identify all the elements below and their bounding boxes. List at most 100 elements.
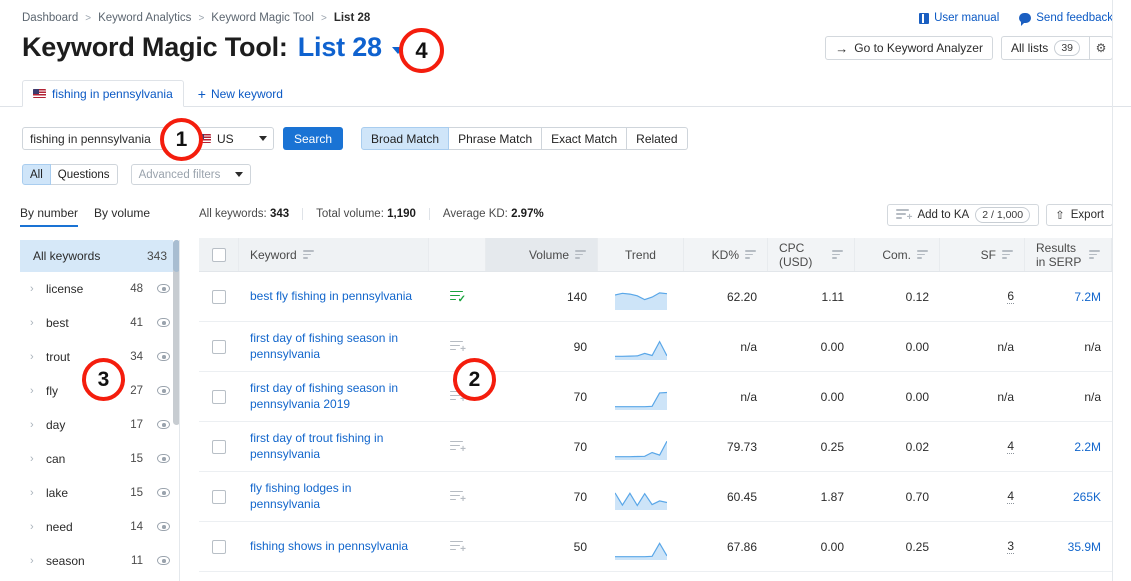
row-checkbox[interactable] [212,389,226,404]
row-checkbox-cell[interactable] [199,272,239,321]
chevron-right-icon[interactable]: › [30,453,38,465]
chevron-right-icon[interactable]: › [30,555,38,567]
add-to-list-icon[interactable]: + [450,540,466,554]
chevron-right-icon[interactable]: › [30,283,38,295]
row-checkbox-cell[interactable] [199,422,239,471]
added-to-list-icon[interactable]: ✓ [450,290,466,304]
table-row[interactable]: first day of fishing season in pennsylva… [199,372,1112,422]
table-row[interactable]: fishing shows in pennsylvania +50 67.86 0.0… [199,522,1112,572]
column-header-keyword[interactable]: Keyword [239,238,429,271]
cell-keyword[interactable]: first day of trout fishing in pennsylvan… [250,431,418,463]
column-header-serp[interactable]: Results in SERP [1025,238,1112,271]
search-input[interactable] [22,127,182,150]
row-checkbox[interactable] [212,339,226,354]
match-type-broad[interactable]: Broad Match [361,127,450,150]
user-manual-link[interactable]: User manual [919,12,999,24]
add-to-list-icon[interactable]: + [450,490,466,504]
column-header-cpc[interactable]: CPC (USD) [768,238,855,271]
row-checkbox[interactable] [212,439,226,454]
eye-icon[interactable] [157,318,170,327]
sidebar-item[interactable]: › season 11 [20,544,180,578]
cell-sf[interactable]: 3 [1007,539,1014,554]
cell-keyword[interactable]: best fly fishing in pennsylvania [250,289,412,305]
cell-keyword[interactable]: fly fishing lodges in pennsylvania [250,481,418,513]
filter-all[interactable]: All [22,164,51,185]
export-button[interactable]: ⇧ Export [1046,204,1113,226]
column-header-kd[interactable]: KD% [684,238,768,271]
eye-icon[interactable] [157,386,170,395]
sidebar-item-all-keywords[interactable]: All keywords 343 [20,240,180,272]
database-select[interactable]: US [191,127,274,150]
sort-tab-by-volume[interactable]: By volume [94,206,150,227]
chevron-right-icon[interactable]: › [30,419,38,431]
new-keyword-button[interactable]: + New keyword [198,87,283,106]
sidebar-item[interactable]: › need 14 [20,510,180,544]
match-type-exact[interactable]: Exact Match [542,127,628,150]
sort-icon[interactable] [1089,249,1100,260]
row-checkbox-cell[interactable] [199,322,239,371]
add-to-list-icon[interactable]: + [450,340,466,354]
tab-fishing-in-pennsylvania[interactable]: fishing in pennsylvania [22,80,184,107]
sort-icon[interactable] [575,249,586,260]
sort-icon[interactable] [745,249,756,260]
sort-icon[interactable] [917,249,928,260]
cell-keyword[interactable]: first day of fishing season in pennsylva… [250,381,418,413]
table-row[interactable]: first day of trout fishing in pennsylvan… [199,422,1112,472]
cell-serp[interactable]: 265K [1073,490,1101,504]
chevron-right-icon[interactable]: › [30,385,38,397]
chevron-right-icon[interactable]: › [30,351,38,363]
breadcrumb-item-dashboard[interactable]: Dashboard [22,12,78,24]
column-header-sf[interactable]: SF [940,238,1025,271]
breadcrumb-item-keyword-magic-tool[interactable]: Keyword Magic Tool [211,12,314,24]
row-checkbox-cell[interactable] [199,472,239,521]
sort-tab-by-number[interactable]: By number [20,206,79,227]
all-lists-button[interactable]: All lists 39 [1000,36,1089,60]
row-checkbox[interactable] [212,539,226,554]
eye-icon[interactable] [157,284,170,293]
table-row[interactable]: fly fishing lodges in pennsylvania +70 60.… [199,472,1112,522]
sort-icon[interactable] [302,249,314,260]
cell-keyword[interactable]: first day of fishing season in pennsylva… [250,331,418,363]
filter-questions[interactable]: Questions [50,164,118,185]
add-to-list-icon[interactable]: + [450,440,466,454]
select-all-checkbox[interactable] [211,247,226,262]
cell-sf[interactable]: 4 [1007,439,1014,454]
table-row[interactable]: first day of fishing season in pennsylva… [199,322,1112,372]
eye-icon[interactable] [157,454,170,463]
eye-icon[interactable] [157,420,170,429]
eye-icon[interactable] [157,352,170,361]
search-button[interactable]: Search [283,127,344,150]
page-title-list-name[interactable]: List 28 [298,32,382,63]
gear-icon[interactable]: ⚙ [1089,36,1113,60]
cell-sf[interactable]: 6 [1007,289,1014,304]
cell-sf[interactable]: 4 [1007,489,1014,504]
table-row[interactable]: best fly fishing in pennsylvania ✓ 140 62.2… [199,272,1112,322]
match-type-phrase[interactable]: Phrase Match [449,127,543,150]
add-to-ka-button[interactable]: + Add to KA 2 / 1,000 [887,204,1040,226]
row-checkbox-cell[interactable] [199,522,239,571]
cell-keyword[interactable]: fishing shows in pennsylvania [250,539,408,555]
select-all-checkbox-cell[interactable] [199,238,239,271]
cell-serp[interactable]: 7.2M [1074,290,1101,304]
sort-icon[interactable] [832,249,843,260]
column-header-com[interactable]: Com. [855,238,940,271]
go-to-keyword-analyzer-button[interactable]: → Go to Keyword Analyzer [825,36,993,60]
eye-icon[interactable] [157,522,170,531]
sidebar-item[interactable]: › can 15 [20,442,180,476]
row-checkbox[interactable] [212,289,226,304]
sidebar-item[interactable]: › license 48 [20,272,180,306]
cell-serp[interactable]: 35.9M [1068,540,1101,554]
row-checkbox[interactable] [212,489,226,504]
eye-icon[interactable] [157,488,170,497]
sort-icon[interactable] [1002,249,1013,260]
row-checkbox-cell[interactable] [199,372,239,421]
chevron-right-icon[interactable]: › [30,487,38,499]
breadcrumb-item-keyword-analytics[interactable]: Keyword Analytics [98,12,191,24]
chevron-right-icon[interactable]: › [30,317,38,329]
column-header-volume[interactable]: Volume [486,238,598,271]
advanced-filters-dropdown[interactable]: Advanced filters [130,164,251,185]
sidebar-item[interactable]: › lake 15 [20,476,180,510]
chevron-right-icon[interactable]: › [30,521,38,533]
eye-icon[interactable] [157,556,170,565]
sidebar-item[interactable]: › day 17 [20,408,180,442]
